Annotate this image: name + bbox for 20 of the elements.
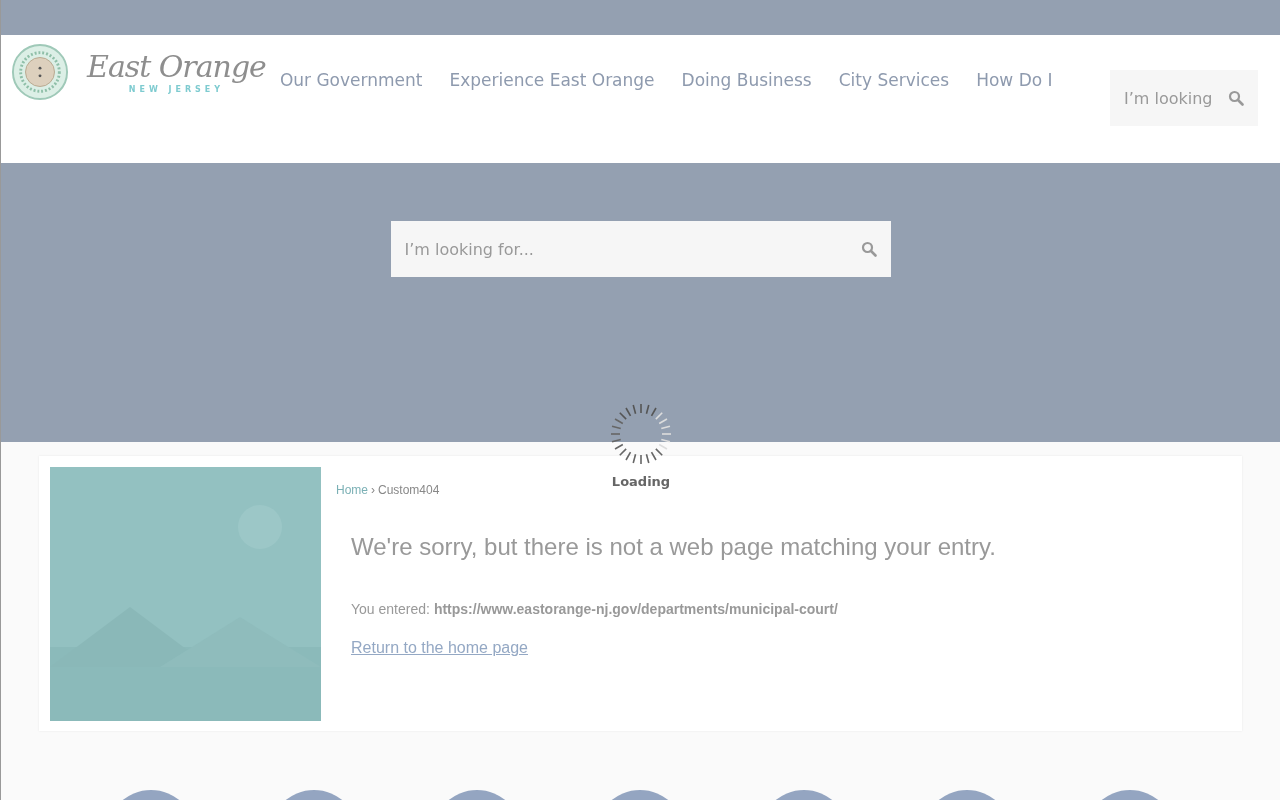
nav-link[interactable]: Our Government: [279, 70, 423, 90]
search-icon[interactable]: [860, 241, 877, 257]
breadcrumb-separator: ›: [371, 483, 375, 497]
nav-link[interactable]: Doing Business: [681, 70, 812, 90]
breadcrumb-current: Custom404: [378, 483, 440, 497]
logo-title[interactable]: East Orange: [87, 50, 266, 84]
nav-link[interactable]: City Services: [838, 70, 950, 90]
return-home-link[interactable]: Return to the home page: [351, 639, 528, 657]
entered-url: https://www.eastorange-nj.gov/departments/municipal-court/: [433, 601, 838, 617]
search-field[interactable]: I’m looking for...: [390, 221, 891, 277]
nav-link[interactable]: Experience East Orange: [449, 70, 655, 90]
entered-label: You entered:: [351, 601, 430, 617]
error-message: We're sorry, but there is not a web page matching your entry.: [351, 533, 996, 561]
logo-subtitle: NEW JERSEY: [128, 85, 225, 94]
header-search-field[interactable]: I’m looking: [1110, 70, 1258, 126]
city-seal-icon[interactable]: [11, 43, 69, 101]
search-icon[interactable]: [1228, 90, 1244, 106]
breadcrumb-link[interactable]: Home: [336, 483, 368, 497]
loading-label: Loading: [611, 474, 671, 489]
nav-link[interactable]: How Do I: [976, 70, 1053, 90]
